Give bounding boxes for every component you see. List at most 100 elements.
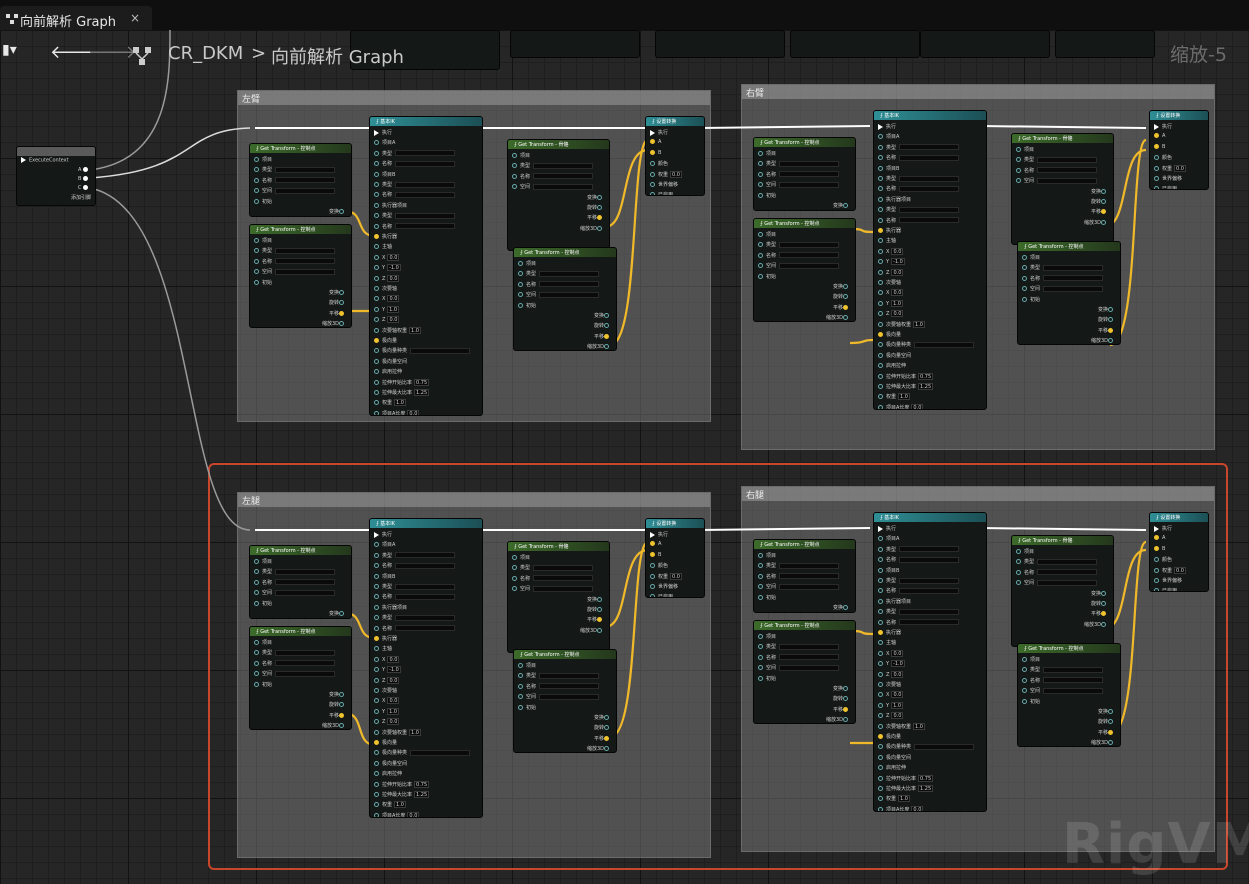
value-input[interactable]: 1.0 (387, 305, 400, 313)
node-pin-row[interactable]: 颜色 (650, 160, 700, 169)
value-field[interactable] (779, 160, 840, 167)
value-field[interactable] (395, 223, 456, 230)
node-pin-row[interactable]: Z 0.0 (878, 712, 982, 721)
node-pin-row[interactable]: 类型 (512, 162, 605, 171)
node-pin-row[interactable]: 类型 (878, 608, 982, 617)
node-pin-row[interactable]: 名称 (254, 579, 347, 588)
pin-c[interactable]: C (78, 185, 82, 191)
node-pin-row[interactable]: X 0.0 (878, 247, 982, 257)
node-pin-row[interactable]: 缩放3D (512, 225, 605, 234)
pin-icon[interactable] (843, 284, 848, 289)
node-pin-row[interactable]: 变换 (1022, 708, 1116, 717)
pin-icon[interactable] (758, 634, 763, 639)
pin-icon[interactable] (374, 531, 379, 538)
value-field[interactable] (899, 175, 960, 182)
node-pin-row[interactable]: 已启用 (650, 191, 700, 195)
node-pin-row[interactable]: 旋转 (512, 204, 605, 213)
pin-icon[interactable] (843, 304, 848, 310)
node-pin-row[interactable]: 项目A (878, 535, 982, 544)
node-pin-row[interactable]: 变换 (758, 604, 851, 612)
pin-icon[interactable] (878, 786, 883, 791)
pin-icon[interactable] (1022, 688, 1027, 694)
pin-icon[interactable] (604, 344, 609, 350)
pin-icon[interactable] (1022, 255, 1027, 260)
pin-icon[interactable] (1108, 307, 1113, 312)
value-input[interactable]: 0.0 (1174, 164, 1186, 172)
node-pin-row[interactable]: 执行 (650, 129, 700, 138)
pin-icon[interactable] (518, 683, 523, 689)
node-pin-row[interactable]: 项目B (878, 165, 982, 174)
value-field[interactable] (779, 181, 840, 188)
value-input[interactable]: 0.0 (387, 274, 400, 282)
pin-icon[interactable] (1022, 667, 1027, 673)
pin-icon[interactable] (878, 186, 883, 192)
value-field[interactable] (779, 583, 840, 590)
pin-icon[interactable] (512, 163, 517, 169)
node-pin-row[interactable]: B (650, 551, 700, 561)
pin-icon[interactable] (339, 290, 344, 295)
pin-icon[interactable] (878, 525, 883, 532)
value-input[interactable]: 0.0 (407, 409, 420, 415)
graph-node[interactable]: ⨍ 基本IK 执行 项目A 类型 名称 项目B 类型 名称 执行器项目 类型 名称 执行器 主轴 X 0.0… (369, 116, 483, 416)
pin-icon[interactable] (878, 630, 883, 635)
pin-icon[interactable] (1101, 209, 1106, 215)
graph-node[interactable]: ⨍ Get Transform - 控制点 项目 类型 名称 空间 初始 变换 旋转 平移 缩放3… (513, 247, 617, 351)
pin-icon[interactable] (878, 144, 883, 150)
value-field[interactable] (395, 583, 456, 590)
pin-icon[interactable] (878, 578, 883, 583)
value-field[interactable] (539, 672, 600, 679)
pin-icon[interactable] (374, 327, 379, 333)
node-partial[interactable] (655, 30, 785, 58)
node-pin-row[interactable]: 权重 1.0 (878, 795, 982, 804)
pin-icon[interactable] (339, 310, 344, 316)
pin-icon[interactable] (1016, 559, 1021, 565)
node-pin-row[interactable]: Z 0.0 (878, 310, 982, 319)
pin-icon[interactable] (374, 410, 379, 415)
node-pin-row[interactable]: 名称 (254, 660, 347, 669)
node-pin-row[interactable]: 极向量空间 (878, 352, 982, 361)
node-pin-row[interactable]: 名称 (878, 587, 982, 596)
pin-icon[interactable] (758, 252, 763, 258)
pin-icon[interactable] (878, 598, 883, 604)
pin-icon[interactable] (1022, 677, 1027, 683)
node-pin-row[interactable]: 项目 (758, 231, 851, 240)
node-pin-row[interactable]: 类型 (374, 552, 478, 561)
node-pin-row[interactable]: 次要轴权重 1.0 (878, 320, 982, 330)
pin-icon[interactable] (1108, 709, 1113, 714)
node-pin-row[interactable]: Z 0.0 (374, 316, 478, 325)
node-pin-row[interactable]: 空间 (512, 585, 605, 594)
node-pin-row[interactable]: 名称 (374, 191, 478, 200)
value-field[interactable] (914, 743, 975, 750)
value-field[interactable] (899, 206, 960, 213)
pin-icon[interactable] (758, 192, 763, 198)
node-pin-row[interactable]: 执行器项目 (878, 598, 982, 607)
node-pin-row[interactable]: 拉伸最大比率 1.25 (878, 785, 982, 794)
value-field[interactable] (779, 171, 840, 178)
pin-icon[interactable] (518, 663, 523, 668)
pin-icon[interactable] (758, 665, 763, 671)
graph-node[interactable]: ⨍ Get Transform - 控制点 项目 类型 名称 空间 初始 变换 旋转 平移 缩放3… (1017, 643, 1121, 747)
pin-icon[interactable] (339, 723, 344, 729)
value-input[interactable]: 0.0 (387, 316, 400, 324)
pin-icon[interactable] (1101, 199, 1106, 204)
node-pin-row[interactable]: 旋转 (1022, 718, 1116, 727)
value-field[interactable] (275, 660, 336, 667)
pin-icon[interactable] (597, 617, 602, 623)
node-pin-row[interactable]: Y -1.0 (878, 258, 982, 267)
value-field[interactable] (395, 562, 456, 569)
pin-icon[interactable] (1022, 275, 1027, 281)
node-pin-row[interactable]: 旋转 (512, 606, 605, 615)
node-pin-row[interactable]: 旋转 (1016, 600, 1109, 609)
node-pin-row[interactable]: X 0.0 (878, 649, 982, 659)
node-pin-row[interactable]: 权重 0.0 (650, 572, 700, 582)
graph-canvas[interactable]: 左臂 右臂 左腿 右腿 ExecuteContext A B C 添加引脚 ⨍ … (0, 30, 1249, 884)
node-pin-row[interactable]: 次要轴权重 1.0 (878, 722, 982, 732)
node-pin-row[interactable]: 执行器项目 (374, 202, 478, 211)
graph-node[interactable]: ⨍ 基本IK 执行 项目A 类型 名称 项目B 类型 名称 执行器项目 类型 名称 执行器 主轴 X 0.0… (873, 512, 987, 812)
graph-node[interactable]: ⨍ Get Transform - 控制点项目类型名称空间初始变换旋转 (753, 137, 856, 211)
value-input[interactable]: 0.0 (670, 572, 682, 580)
pin-icon[interactable] (374, 182, 379, 187)
node-pin-row[interactable]: 项目 (254, 237, 347, 246)
pin-icon[interactable] (878, 588, 883, 594)
pin-icon[interactable] (254, 269, 259, 275)
